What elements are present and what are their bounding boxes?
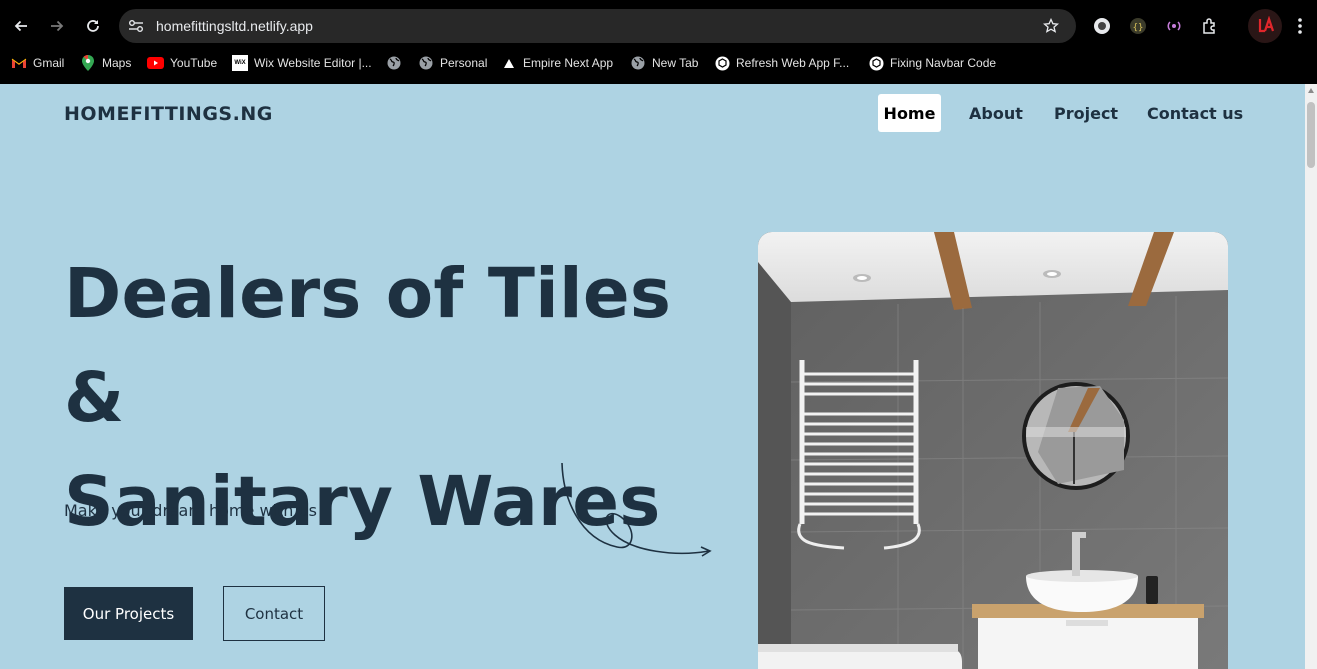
chatgpt-icon [868,55,884,71]
nav-project[interactable]: Project [1046,94,1126,132]
bookmark-star-icon[interactable] [1043,18,1059,34]
back-arrow-icon [14,20,27,32]
browser-chrome: homefittingsltd.netlify.app {} Gmail Map… [0,0,1317,84]
svg-text:{}: {} [1133,23,1144,33]
globe-icon [386,55,402,71]
site-logo[interactable]: HOMEFITTINGS.NG [64,103,273,125]
bookmark-empire-next-app[interactable]: Empire Next App [501,53,613,73]
headline-line-1: Dealers of Tiles & [64,254,672,438]
bookmark-wix[interactable]: WiX Wix Website Editor |... [232,53,372,73]
profile-avatar[interactable] [1248,9,1282,43]
bookmark-maps[interactable]: Maps [80,53,131,73]
bookmarks-bar: Gmail Maps YouTube WiX Wix Website Edito… [0,50,1317,76]
wix-icon: WiX [232,55,248,71]
globe-icon [630,55,646,71]
scroll-up-arrow-icon[interactable] [1308,88,1314,93]
bookmark-globe[interactable] [386,53,402,73]
hero-tagline: Make your dream home with us [64,501,317,520]
website-page: HOMEFITTINGS.NG Home About Project Conta… [0,84,1305,669]
reload-button[interactable] [81,14,105,38]
scroll-thumb[interactable] [1307,102,1315,168]
bookmark-fixing-navbar-code[interactable]: Fixing Navbar Code [868,53,996,73]
bookmark-refresh-web-app[interactable]: Refresh Web App F... [714,53,849,73]
url-text: homefittingsltd.netlify.app [156,18,313,34]
extension-1-icon[interactable] [1090,14,1114,38]
json-extension-icon[interactable]: {} [1126,14,1150,38]
page-scrollbar[interactable] [1305,84,1317,669]
contact-button[interactable]: Contact [223,586,325,641]
bookmark-gmail[interactable]: Gmail [11,53,64,73]
youtube-icon [147,55,164,71]
our-projects-button[interactable]: Our Projects [64,587,193,640]
site-settings-icon[interactable] [128,19,144,33]
bathroom-photo [758,232,1228,669]
bookmark-youtube[interactable]: YouTube [147,53,217,73]
gmail-icon [11,55,27,71]
browser-menu-icon[interactable] [1288,14,1312,38]
nav-contact-us[interactable]: Contact us [1139,94,1251,132]
extensions-puzzle-icon[interactable] [1198,14,1222,38]
nav-home[interactable]: Home [878,94,941,132]
maps-icon [80,55,96,71]
globe-icon [418,55,434,71]
curly-arrow-icon [561,462,712,557]
profile-logo-icon [1258,16,1275,33]
hero-image [758,232,1228,669]
reload-icon [87,20,99,32]
chatgpt-icon [714,55,730,71]
triangle-icon [501,55,517,71]
forward-button[interactable] [45,14,69,38]
nav-about[interactable]: About [961,94,1031,132]
broadcast-extension-icon[interactable] [1162,14,1186,38]
back-button[interactable] [9,14,33,38]
bookmark-new-tab[interactable]: New Tab [630,53,698,73]
bookmark-personal[interactable]: Personal [418,53,487,73]
forward-arrow-icon [51,20,64,32]
address-bar[interactable]: homefittingsltd.netlify.app [119,9,1076,43]
